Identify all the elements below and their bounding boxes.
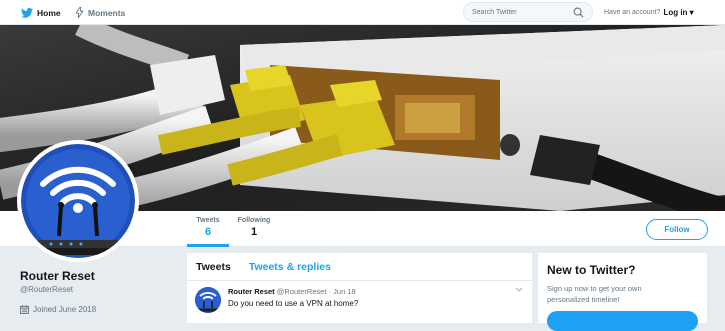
tweet-text: Do you need to use a VPN at home? bbox=[228, 299, 358, 308]
lightning-icon bbox=[75, 7, 84, 18]
account-area: Have an account? Log in ▾ bbox=[604, 0, 694, 25]
active-stat-underline bbox=[187, 244, 229, 247]
profile-joined: Joined June 2018 bbox=[20, 305, 96, 314]
nav-moments[interactable]: Moments bbox=[75, 0, 125, 25]
profile-joined-label: Joined June 2018 bbox=[33, 305, 96, 314]
new-to-twitter-title: New to Twitter? bbox=[547, 263, 698, 277]
nav-home-label: Home bbox=[37, 8, 61, 18]
tweet-item[interactable]: Router Reset @RouterReset · Jun 18 Do yo… bbox=[187, 281, 532, 323]
tab-tweets-replies[interactable]: Tweets & replies bbox=[249, 261, 331, 273]
caret-down-icon: ▾ bbox=[690, 8, 694, 17]
avatar[interactable] bbox=[17, 140, 139, 262]
chevron-down-icon[interactable] bbox=[515, 287, 523, 293]
new-to-twitter-text: Sign up now to get your own personalized… bbox=[547, 283, 657, 305]
wifi-router-logo-icon bbox=[195, 287, 221, 313]
account-prompt: Have an account? bbox=[604, 9, 660, 16]
stat-following-value: 1 bbox=[237, 226, 271, 238]
stat-tweets[interactable]: Tweets 6 bbox=[195, 217, 221, 238]
new-to-twitter-card: New to Twitter? Sign up now to get your … bbox=[538, 253, 707, 323]
stat-tweets-label: Tweets bbox=[195, 217, 221, 224]
tweet-avatar[interactable] bbox=[195, 287, 221, 313]
tweet-meta: @RouterReset · Jun 18 bbox=[277, 287, 356, 296]
search-input[interactable]: Search Twitter bbox=[463, 2, 593, 22]
top-nav: Home Moments Search Twitter Have an acco… bbox=[0, 0, 725, 25]
follow-button[interactable]: Follow bbox=[646, 219, 708, 240]
search-icon[interactable] bbox=[573, 7, 584, 18]
wifi-router-logo-icon bbox=[21, 144, 135, 258]
stat-following-label: Following bbox=[237, 217, 271, 224]
login-link[interactable]: Log in ▾ bbox=[663, 8, 693, 17]
profile-name[interactable]: Router Reset bbox=[20, 269, 95, 283]
login-label: Log in bbox=[663, 8, 687, 17]
search-placeholder: Search Twitter bbox=[472, 9, 517, 16]
nav-moments-label: Moments bbox=[88, 8, 125, 18]
signup-button[interactable] bbox=[547, 311, 698, 331]
calendar-icon bbox=[20, 305, 29, 314]
profile-handle[interactable]: @RouterReset bbox=[20, 285, 73, 294]
nav-home[interactable]: Home bbox=[21, 0, 61, 25]
timeline-tabs: Tweets Tweets & replies bbox=[187, 253, 532, 281]
timeline: Tweets Tweets & replies Router Reset @Ro… bbox=[187, 253, 532, 323]
stat-following[interactable]: Following 1 bbox=[237, 217, 271, 238]
tab-tweets[interactable]: Tweets bbox=[196, 261, 231, 273]
stat-tweets-value: 6 bbox=[195, 226, 221, 238]
twitter-bird-icon bbox=[21, 8, 33, 18]
tweet-author-name[interactable]: Router Reset bbox=[228, 287, 275, 296]
tweet-header: Router Reset @RouterReset · Jun 18 bbox=[228, 287, 356, 296]
